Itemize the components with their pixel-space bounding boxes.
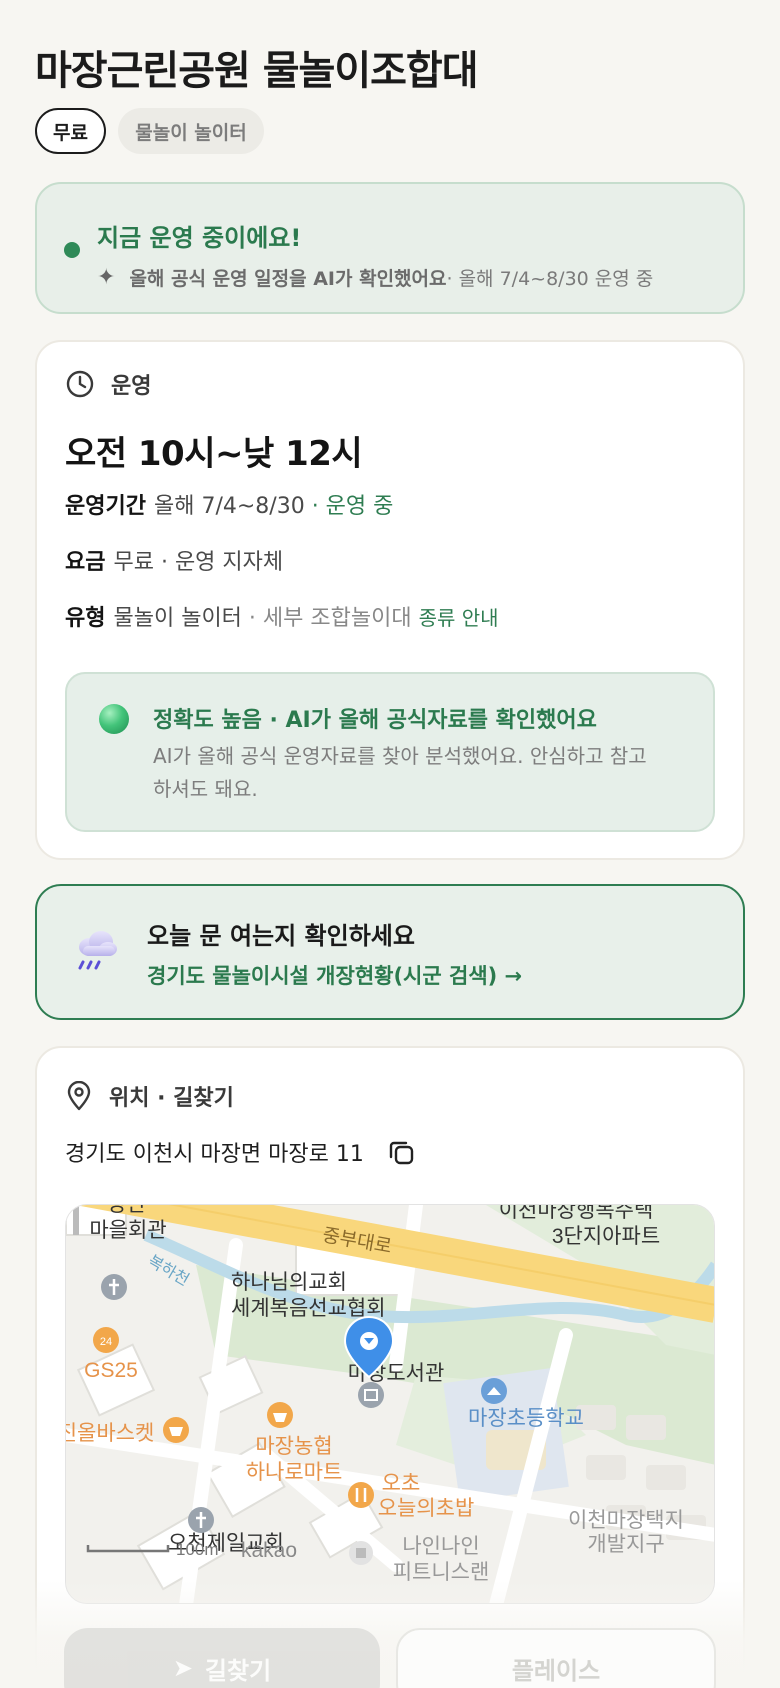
map-label-district1: 이천마장택지 — [568, 1509, 684, 1532]
type-value: 물놀이 놀이터 — [113, 606, 242, 631]
open-check-card[interactable]: 오늘 문 여는지 확인하세요 경기도 물놀이시설 개장현황(시군 검색) → — [35, 884, 745, 1020]
place-button[interactable]: 플레이스 — [396, 1628, 716, 1688]
fee-label: 요금 — [65, 550, 106, 575]
operation-section-label: 운영 — [111, 374, 152, 399]
type-row: 유형 물놀이 놀이터 · 세부 조합놀이대 종류 안내 — [65, 600, 499, 632]
map-label-nh2: 하나로마트 — [246, 1461, 343, 1484]
map-church3-icon — [188, 1507, 214, 1533]
period-value: 올해 7/4~8/30 — [153, 494, 305, 519]
directions-label: 길찾기 — [204, 1656, 272, 1685]
operating-hours: 오전 10시~낮 12시 — [65, 434, 363, 474]
map-label-church1: 하나님의교회 — [231, 1271, 347, 1294]
svg-text:24: 24 — [100, 1336, 112, 1348]
directions-button[interactable]: ➤ 길찾기 — [64, 1628, 380, 1688]
map-scale-label: 100m — [176, 1540, 219, 1559]
type-label: 유형 — [65, 606, 106, 631]
location-pin-icon — [67, 1081, 91, 1111]
map-brand-label: kakao — [241, 1539, 297, 1562]
status-dot-icon — [64, 242, 80, 258]
map-market-icon — [267, 1402, 293, 1428]
accuracy-body: AI가 올해 공식 운영자료를 찾아 분석했어요. 안심하고 참고하셔도 돼요. — [153, 744, 647, 801]
map-label-hall2: 마을회관 — [89, 1219, 166, 1242]
navigation-arrow-icon: ➤ — [172, 1654, 193, 1682]
type-badge: 물놀이 놀이터 — [118, 108, 264, 154]
clock-icon — [66, 370, 94, 398]
operation-card: 운영 오전 10시~낮 12시 운영기간 올해 7/4~8/30 · 운영 중 요… — [35, 340, 745, 860]
map-library-icon — [358, 1382, 384, 1408]
accuracy-title: 정확도 높음 · AI가 올해 공식자료를 확인했어요 — [153, 708, 597, 733]
address-row: 경기도 이천시 마장면 마장로 11 — [65, 1136, 416, 1168]
map-label-school: 마장초등학교 — [468, 1407, 584, 1430]
address-text: 경기도 이천시 마장면 마장로 11 — [65, 1142, 364, 1167]
map-restaurant-icon — [348, 1482, 374, 1508]
type-guide-link[interactable]: 종류 안내 — [419, 606, 499, 630]
map-fitness-icon — [349, 1541, 373, 1565]
operation-header: 운영 — [65, 368, 151, 400]
map-store-icon: 24 — [93, 1327, 119, 1353]
rain-cloud-icon — [73, 928, 119, 974]
map-label-apartment1: 이천마장행복주택 — [499, 1205, 654, 1222]
status-sub-bold: 올해 공식 운영 일정을 AI가 확인했어요 — [129, 268, 447, 290]
map-label-ochon1: 오초 — [382, 1472, 421, 1495]
period-status: · 운영 중 — [311, 494, 394, 519]
sparkle-icon: ✦ — [97, 265, 116, 290]
period-row: 운영기간 올해 7/4~8/30 · 운영 중 — [65, 488, 393, 520]
status-sub-rest: · 올해 7/4~8/30 운영 중 — [446, 268, 654, 290]
map-basket-icon — [163, 1417, 189, 1443]
map-church-icon — [101, 1274, 127, 1300]
fee-value: 무료 · 운영 지자체 — [113, 550, 284, 575]
map-label-fitness1: 나인나인 — [402, 1535, 479, 1558]
notice-title: 오늘 문 여는지 확인하세요 — [147, 922, 415, 950]
map-label-basket: 진올바스켓 — [66, 1422, 154, 1445]
map-label-church2: 세계복음선교협회 — [231, 1297, 386, 1320]
map-label-ochon2: 오늘의초밥 — [378, 1497, 475, 1520]
map-label-nh1: 마장농협 — [255, 1435, 332, 1458]
map-school-icon — [481, 1378, 507, 1404]
open-status-link[interactable]: 경기도 물놀이시설 개장현황(시군 검색) → — [147, 960, 522, 990]
accuracy-orb-icon — [99, 704, 129, 734]
type-detail: · 세부 조합놀이대 — [241, 606, 419, 631]
period-label: 운영기간 — [65, 494, 146, 519]
copy-icon[interactable] — [386, 1137, 416, 1167]
page-title: 마장근린공원 물놀이조합대 — [35, 48, 479, 94]
location-header: 위치 · 길찾기 — [65, 1080, 234, 1112]
status-title: 지금 운영 중이에요! — [97, 224, 302, 252]
map-label-gs25: GS25 — [84, 1359, 138, 1382]
map-view[interactable]: 이천마장행복주택 3단지아파트 청년 마을회관 하나님의교회 세계복음선교협회 … — [65, 1204, 715, 1604]
fee-row: 요금 무료 · 운영 지자체 — [65, 544, 283, 576]
status-card: 지금 운영 중이에요! ✦ 올해 공식 운영 일정을 AI가 확인했어요 · 올… — [35, 182, 745, 314]
status-subtitle: ✦ 올해 공식 운영 일정을 AI가 확인했어요 · 올해 7/4~8/30 운… — [97, 264, 653, 291]
map-label-district2: 개발지구 — [587, 1533, 664, 1556]
map-label-apartment2: 3단지아파트 — [552, 1225, 660, 1248]
map-label-hall1: 청년 — [107, 1205, 146, 1216]
free-badge: 무료 — [35, 108, 106, 154]
accuracy-box: 정확도 높음 · AI가 올해 공식자료를 확인했어요 AI가 올해 공식 운영… — [65, 672, 715, 832]
location-section-label: 위치 · 길찾기 — [109, 1086, 234, 1111]
